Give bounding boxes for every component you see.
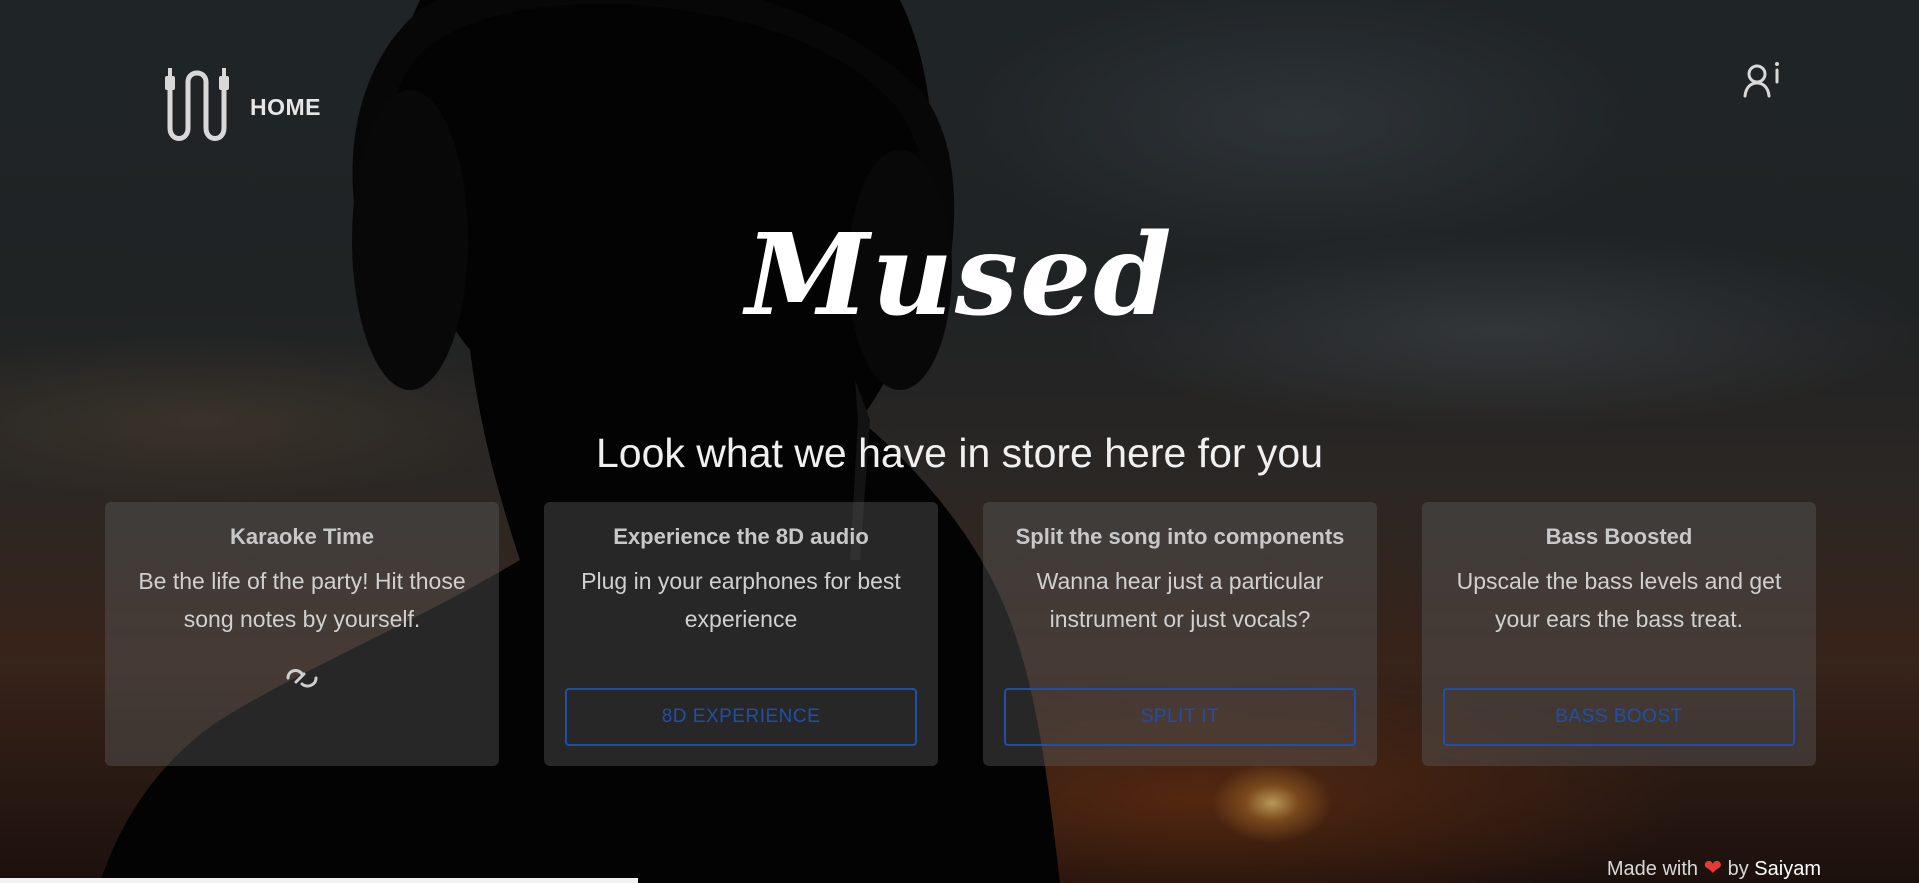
bass-boost-button[interactable]: BASS BOOST xyxy=(1443,688,1795,746)
feature-cards: Karaoke Time Be the life of the party! H… xyxy=(105,502,1816,766)
card-title: Bass Boosted xyxy=(1545,524,1693,549)
hero-tagline: Look what we have in store here for you xyxy=(595,430,1324,476)
split-it-button[interactable]: SPLIT IT xyxy=(1004,688,1356,746)
heart-icon: ❤ xyxy=(1703,855,1723,880)
nav-home-link[interactable]: HOME xyxy=(160,66,321,148)
audio-cable-logo-icon xyxy=(165,68,229,141)
home-label: HOME xyxy=(250,93,321,120)
footer-credit: Made with ❤ by Saiyam xyxy=(1607,855,1821,881)
card-karaoke: Karaoke Time Be the life of the party! H… xyxy=(105,502,499,766)
user-info-icon xyxy=(1743,62,1779,98)
card-title: Experience the 8D audio xyxy=(613,524,869,549)
footer-made-with: Made with xyxy=(1606,858,1699,880)
card-description: Be the life of the party! Hit those song… xyxy=(138,568,466,632)
loading-spinner-icon xyxy=(286,669,318,688)
card-split-song: Split the song into components Wanna hea… xyxy=(983,502,1377,766)
card-bass-boosted: Bass Boosted Upscale the bass levels and… xyxy=(1422,502,1816,766)
card-8d-audio: Experience the 8D audio Plug in your ear… xyxy=(544,502,938,766)
footer-by: by xyxy=(1727,858,1749,880)
card-title: Split the song into components xyxy=(1015,524,1345,549)
brand-title: Mused xyxy=(745,210,1174,341)
card-description: Wanna hear just a particular instrument … xyxy=(1036,568,1324,632)
card-description: Upscale the bass levels and get your ear… xyxy=(1456,568,1782,632)
footer-author-link[interactable]: Saiyam xyxy=(1754,858,1821,880)
8d-experience-button[interactable]: 8D EXPERIENCE xyxy=(565,688,917,746)
card-description: Plug in your earphones for best experien… xyxy=(581,568,901,632)
card-title: Karaoke Time xyxy=(230,524,374,549)
bottom-progress-bar xyxy=(0,878,638,883)
user-info-button[interactable] xyxy=(1742,58,1786,102)
